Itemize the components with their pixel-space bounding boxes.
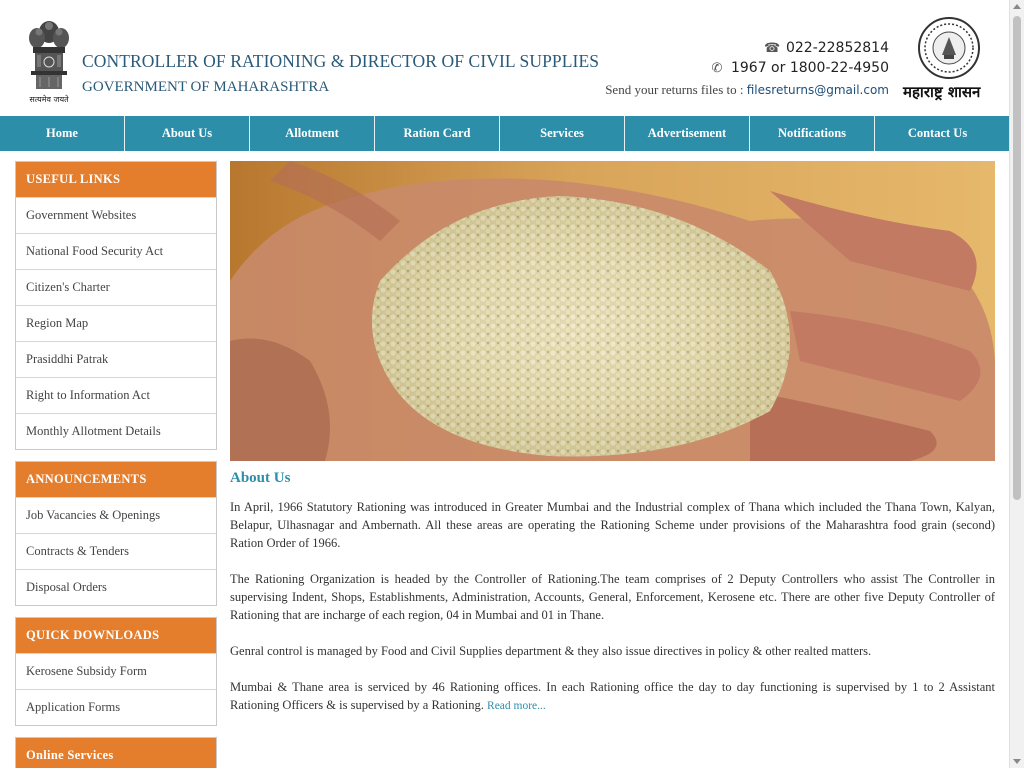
link-citizens-charter[interactable]: Citizen's Charter — [16, 269, 216, 305]
seal-caption: महाराष्ट्र शासन — [903, 83, 981, 101]
link-rti-act[interactable]: Right to Information Act — [16, 377, 216, 413]
link-job-vacancies[interactable]: Job Vacancies & Openings — [16, 497, 216, 533]
returns-line: Send your returns files to : filesreturn… — [605, 82, 889, 98]
site-subtitle: GOVERNMENT OF MAHARASHTRA — [82, 79, 330, 95]
link-application-forms[interactable]: Application Forms — [16, 689, 216, 725]
announcements-heading: ANNOUNCEMENTS — [16, 462, 216, 497]
hero-image-grains-in-hand — [230, 161, 995, 461]
nav-ration-card[interactable]: Ration Card — [375, 116, 500, 151]
scroll-up-arrow-icon[interactable] — [1013, 4, 1021, 9]
national-emblem-logo: सत्यमेव जयते — [22, 14, 76, 106]
about-paragraph-4-text: Mumbai & Thane area is serviced by 46 Ra… — [230, 680, 995, 712]
main-nav: Home About Us Allotment Ration Card Serv… — [0, 116, 1009, 151]
quick-downloads-heading: QUICK DOWNLOADS — [16, 618, 216, 653]
scroll-thumb[interactable] — [1013, 16, 1021, 500]
contact-info: ☎ 022-22852814 ✆ 1967 or 1800-22-4950 Send… — [605, 40, 889, 98]
about-paragraph-3: Genral control is managed by Food and Ci… — [230, 644, 872, 658]
scroll-down-arrow-icon[interactable] — [1013, 759, 1021, 764]
link-disposal-orders[interactable]: Disposal Orders — [16, 569, 216, 605]
link-national-food-security-act[interactable]: National Food Security Act — [16, 233, 216, 269]
about-paragraph-2: The Rationing Organization is headed by … — [230, 572, 995, 622]
nav-home[interactable]: Home — [0, 116, 125, 151]
emblem-caption: सत्यमेव जयते — [29, 94, 69, 104]
about-us-body: In April, 1966 Statutory Rationing was i… — [230, 498, 995, 733]
returns-email-link[interactable]: filesreturns@gmail.com — [747, 83, 889, 97]
nav-contact-us[interactable]: Contact Us — [875, 116, 1000, 151]
announcements-panel: ANNOUNCEMENTS Job Vacancies & Openings C… — [15, 461, 217, 606]
phone-number-2: 1967 or 1800-22-4950 — [730, 60, 889, 76]
site-header: सत्यमेव जयते CONTROLLER OF RATIONING & D… — [0, 0, 1009, 116]
online-services-panel: Online Services — [15, 737, 217, 768]
telephone-icon: ☎ — [763, 41, 781, 56]
useful-links-heading: USEFUL LINKS — [16, 162, 216, 197]
about-us-heading: About Us — [230, 470, 291, 486]
about-paragraph-1: In April, 1966 Statutory Rationing was i… — [230, 500, 995, 550]
link-monthly-allotment[interactable]: Monthly Allotment Details — [16, 413, 216, 449]
link-contracts-tenders[interactable]: Contracts & Tenders — [16, 533, 216, 569]
online-services-heading[interactable]: Online Services — [16, 738, 216, 768]
quick-downloads-panel: QUICK DOWNLOADS Kerosene Subsidy Form Ap… — [15, 617, 217, 726]
read-more-link[interactable]: Read more... — [487, 700, 546, 712]
nav-advertisement[interactable]: Advertisement — [625, 116, 750, 151]
returns-separator: : — [736, 82, 747, 97]
nav-allotment[interactable]: Allotment — [250, 116, 375, 151]
nav-services[interactable]: Services — [500, 116, 625, 151]
link-kerosene-subsidy-form[interactable]: Kerosene Subsidy Form — [16, 653, 216, 689]
page: सत्यमेव जयते CONTROLLER OF RATIONING & D… — [0, 0, 1009, 768]
nav-about-us[interactable]: About Us — [125, 116, 250, 151]
returns-label: Send your returns files to — [605, 82, 737, 97]
link-prasiddhi-patrak[interactable]: Prasiddhi Patrak — [16, 341, 216, 377]
sidebar: USEFUL LINKS Government Websites Nationa… — [15, 161, 217, 768]
phone-line-1: ☎ 022-22852814 — [605, 40, 889, 60]
link-government-websites[interactable]: Government Websites — [16, 197, 216, 233]
about-paragraph-4: Mumbai & Thane area is serviced by 46 Ra… — [230, 678, 995, 715]
phone-line-2: ✆ 1967 or 1800-22-4950 — [605, 60, 889, 80]
link-region-map[interactable]: Region Map — [16, 305, 216, 341]
useful-links-panel: USEFUL LINKS Government Websites Nationa… — [15, 161, 217, 450]
nav-notifications[interactable]: Notifications — [750, 116, 875, 151]
site-title: CONTROLLER OF RATIONING & DIRECTOR OF CI… — [82, 51, 600, 71]
vertical-scrollbar[interactable] — [1009, 0, 1024, 768]
phone-number-1: 022-22852814 — [785, 40, 889, 56]
handset-icon: ✆ — [711, 61, 723, 76]
